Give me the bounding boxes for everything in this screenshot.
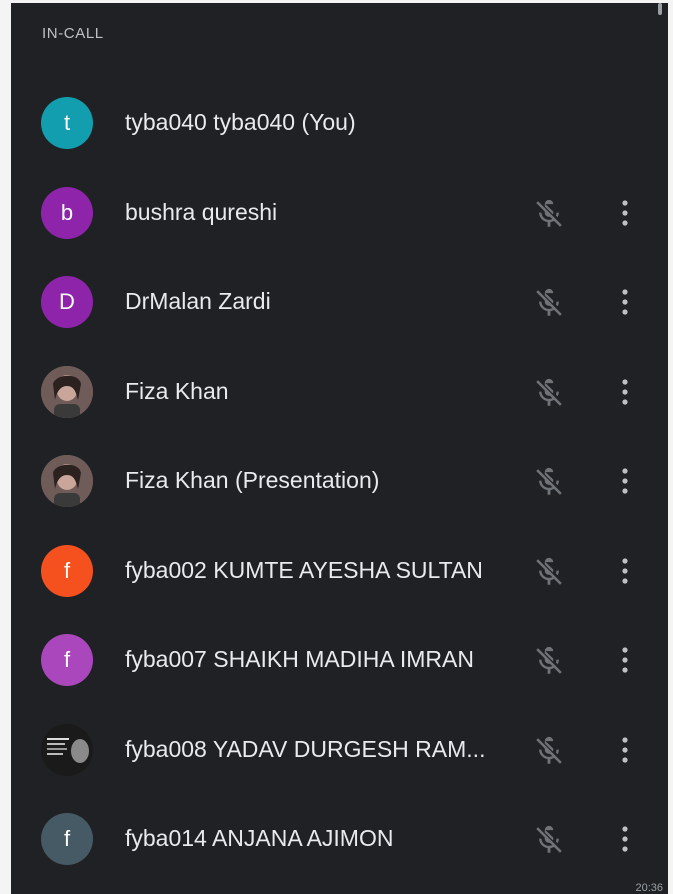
participant-name: DrMalan Zardi <box>125 288 271 314</box>
scrollbar-thumb[interactable] <box>658 3 662 15</box>
participant-avatar: t <box>41 97 93 149</box>
mic-off-icon <box>532 376 566 410</box>
mic-off-icon <box>532 197 566 231</box>
participant-list: t tyba040 tyba040 (You) b bushra qureshi D Dr… <box>11 78 668 884</box>
participant-row[interactable]: b bushra qureshi <box>11 168 668 258</box>
more-options-icon[interactable] <box>612 642 638 678</box>
participant-row[interactable]: fyba008 YADAV DURGESH RAM... <box>11 705 668 795</box>
more-options-icon[interactable] <box>612 821 638 857</box>
participant-name: Fiza Khan (Presentation) <box>125 467 380 493</box>
participant-avatar: f <box>41 634 93 686</box>
participant-row[interactable]: t tyba040 tyba040 (You) <box>11 78 668 168</box>
avatar-initial: b <box>60 199 74 225</box>
participant-row[interactable]: f fyba007 SHAIKH MADIHA IMRAN <box>11 615 668 705</box>
participant-avatar <box>41 365 93 418</box>
participant-avatar: f <box>41 544 93 597</box>
avatar-initial: f <box>63 647 71 672</box>
participants-panel: IN-CALL t tyba040 tyba040 (You) b bushra qu… <box>11 3 668 894</box>
more-options-icon[interactable] <box>612 553 638 589</box>
participant-name: Fiza Khan <box>125 377 229 404</box>
more-options-icon[interactable] <box>612 463 638 499</box>
participant-name: fyba014 ANJANA AJIMON <box>125 825 394 851</box>
participant-avatar <box>41 723 93 776</box>
participant-name: tyba040 tyba040 (You) <box>125 109 356 135</box>
participant-row[interactable]: D DrMalan Zardi <box>11 257 668 347</box>
section-label: IN-CALL <box>42 25 104 42</box>
participant-row[interactable]: f fyba002 KUMTE AYESHA SULTAN <box>11 526 668 616</box>
avatar-initial: t <box>63 110 71 135</box>
avatar-initial: f <box>63 826 71 851</box>
participant-row[interactable]: Fiza Khan <box>11 347 668 437</box>
avatar-initial: D <box>59 289 75 314</box>
status-time: 20:36 <box>635 882 663 894</box>
mic-off-icon <box>532 823 566 857</box>
more-options-icon[interactable] <box>612 284 638 320</box>
participant-name: bushra qureshi <box>125 198 278 225</box>
participant-row[interactable]: f fyba014 ANJANA AJIMON <box>11 794 668 884</box>
mic-off-icon <box>532 286 566 320</box>
participant-name: fyba002 KUMTE AYESHA SULTAN <box>125 556 483 583</box>
participant-name: fyba007 SHAIKH MADIHA IMRAN <box>125 646 474 672</box>
mic-off-icon <box>532 644 566 678</box>
participant-name: fyba008 YADAV DURGESH RAM... <box>125 735 486 762</box>
participant-row[interactable]: Fiza Khan (Presentation) <box>11 436 668 526</box>
mic-off-icon <box>532 465 566 499</box>
more-options-icon[interactable] <box>612 374 638 410</box>
participant-avatar: b <box>41 186 93 239</box>
participant-avatar: f <box>41 813 93 865</box>
avatar-initial: f <box>63 557 71 583</box>
participant-avatar: D <box>41 276 93 328</box>
participant-avatar <box>41 455 93 507</box>
more-options-icon[interactable] <box>612 732 638 768</box>
mic-off-icon <box>532 555 566 589</box>
more-options-icon[interactable] <box>612 195 638 231</box>
mic-off-icon <box>532 734 566 768</box>
